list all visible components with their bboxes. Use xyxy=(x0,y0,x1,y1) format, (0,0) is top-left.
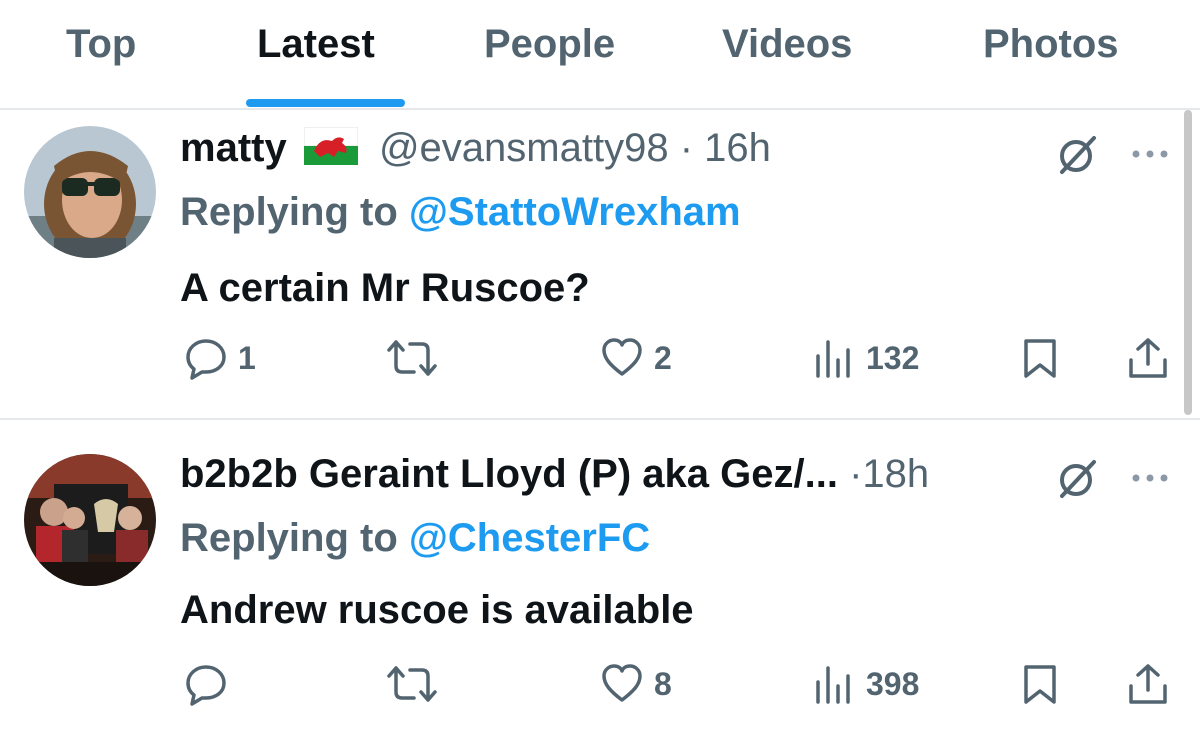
tweet[interactable]: matty @evansmatty98 · 16h Replying to @S… xyxy=(0,110,1200,420)
like-count: 8 xyxy=(654,665,672,702)
bookmark-icon xyxy=(1024,665,1056,704)
avatar[interactable] xyxy=(24,126,156,258)
retweet-button[interactable] xyxy=(386,662,448,706)
replying-to-label: Replying to xyxy=(180,190,398,234)
tweet-text: Andrew ruscoe is available xyxy=(180,588,694,632)
views-bar-chart-icon xyxy=(816,340,850,378)
tab-videos[interactable]: Videos xyxy=(722,22,852,67)
reply-button[interactable]: 1 xyxy=(184,336,256,380)
bookmark-button[interactable] xyxy=(1018,662,1062,706)
share-button[interactable] xyxy=(1126,662,1170,706)
views-bar-chart-icon xyxy=(816,666,850,704)
views-count: 398 xyxy=(866,665,920,702)
separator-dot: · xyxy=(679,126,694,170)
views-button[interactable]: 398 xyxy=(812,662,919,706)
heart-icon xyxy=(602,664,642,702)
retweet-icon xyxy=(387,340,437,376)
author-name[interactable]: b2b2b Geraint Lloyd (P) aka Gez/... xyxy=(180,452,838,496)
avatar[interactable] xyxy=(24,454,156,586)
share-icon xyxy=(1129,338,1167,378)
bookmark-icon xyxy=(1024,339,1056,378)
share-icon xyxy=(1129,664,1167,704)
search-tabs: Top Latest People Videos Photos xyxy=(0,0,1200,110)
views-button[interactable]: 132 xyxy=(812,336,919,380)
like-count: 2 xyxy=(654,339,672,376)
tweet-header: matty @evansmatty98 · 16h xyxy=(180,126,771,171)
active-tab-indicator xyxy=(246,99,405,107)
timestamp[interactable]: 16h xyxy=(704,126,771,170)
timestamp[interactable]: 18h xyxy=(862,452,929,496)
tab-photos[interactable]: Photos xyxy=(983,22,1119,67)
reply-count: 1 xyxy=(238,339,256,376)
retweet-button[interactable] xyxy=(386,336,448,380)
grok-slash-icon[interactable] xyxy=(1054,454,1102,502)
like-button[interactable]: 2 xyxy=(600,336,672,380)
replying-to-label: Replying to xyxy=(180,516,398,560)
bookmark-button[interactable] xyxy=(1018,336,1062,380)
tab-people[interactable]: People xyxy=(484,22,615,67)
author-handle[interactable]: @evansmatty98 xyxy=(379,126,669,170)
like-button[interactable]: 8 xyxy=(600,662,672,706)
reply-bubble-icon xyxy=(186,665,226,706)
tab-top[interactable]: Top xyxy=(66,22,136,67)
retweet-icon xyxy=(387,666,437,702)
tweet[interactable]: b2b2b Geraint Lloyd (P) aka Gez/... ·18h… xyxy=(0,420,1200,738)
tweet-text: A certain Mr Ruscoe? xyxy=(180,266,590,310)
reply-bubble-icon xyxy=(186,339,226,380)
replying-to-mention[interactable]: @ChesterFC xyxy=(409,516,650,560)
heart-icon xyxy=(602,338,642,376)
more-dots-icon[interactable] xyxy=(1126,130,1174,178)
views-count: 132 xyxy=(866,339,920,376)
replying-to-line: Replying to @ChesterFC xyxy=(180,516,650,561)
replying-to-line: Replying to @StattoWrexham xyxy=(180,190,741,235)
separator-dot: · xyxy=(849,452,863,496)
tweet-header: b2b2b Geraint Lloyd (P) aka Gez/... ·18h xyxy=(180,452,929,497)
wales-flag-emoji-icon xyxy=(303,127,358,165)
grok-slash-icon[interactable] xyxy=(1054,130,1102,178)
author-name[interactable]: matty xyxy=(180,126,287,170)
tab-latest[interactable]: Latest xyxy=(257,22,375,67)
replying-to-mention[interactable]: @StattoWrexham xyxy=(409,190,741,234)
reply-button[interactable] xyxy=(184,662,238,706)
more-dots-icon[interactable] xyxy=(1126,454,1174,502)
share-button[interactable] xyxy=(1126,336,1170,380)
